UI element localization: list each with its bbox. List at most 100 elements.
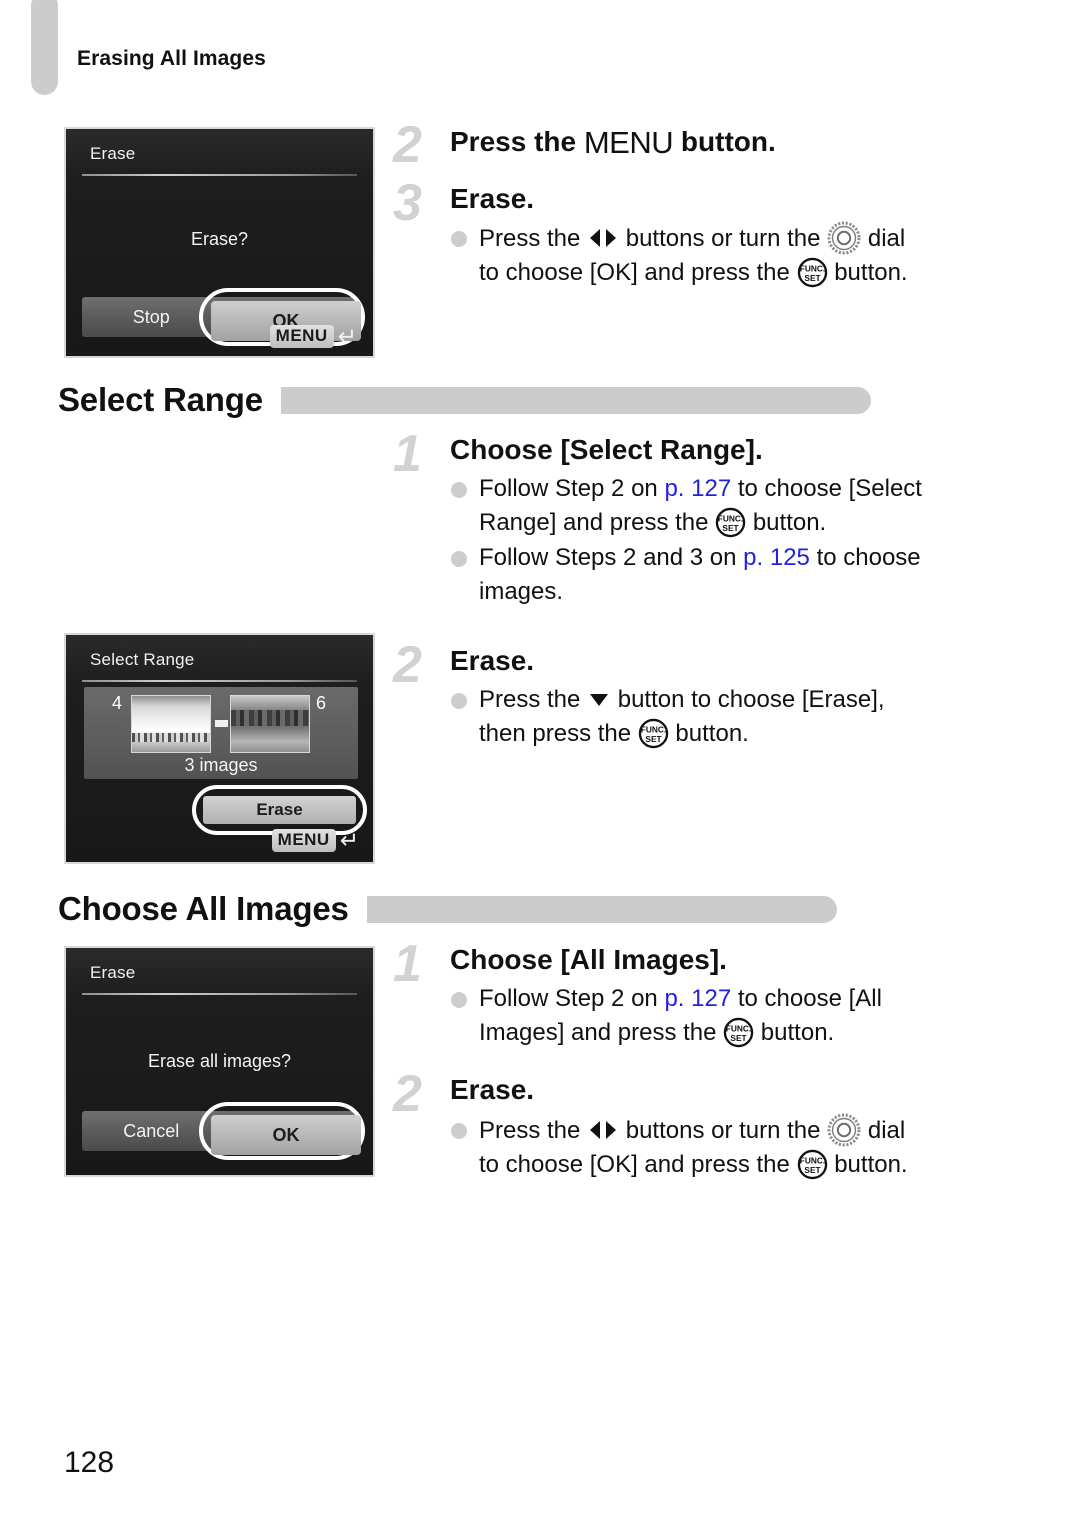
step-title-post: button.	[673, 126, 776, 157]
bullet-text-b: to choose	[809, 544, 921, 572]
menu-return-hint: MENU ↵	[271, 827, 359, 853]
bullet-text-a: Press the	[479, 224, 588, 252]
running-header: Erasing All Images	[77, 47, 266, 70]
bullet-dot-icon	[451, 230, 467, 247]
bullet-text-c: dial	[861, 1116, 906, 1144]
step-number: 3	[393, 173, 422, 232]
svg-text:SET: SET	[804, 273, 820, 283]
range-preview-panel: 4 6 3 images	[84, 687, 358, 779]
svg-text:SET: SET	[731, 1033, 747, 1043]
range-end-index: 6	[316, 693, 327, 713]
bullet-item: Follow Step 2 on p. 127 to choose [All Im…	[450, 982, 993, 1050]
riverside-photo	[231, 696, 309, 752]
bullet-text-d: to choose [OK] and press the	[479, 258, 797, 286]
bullet-item: Press the buttons or turn the dial to cho…	[450, 1113, 993, 1182]
page-ref-link[interactable]: p. 125	[743, 544, 810, 571]
thumbnail-end[interactable]	[230, 695, 310, 753]
step-number: 2	[393, 1065, 422, 1124]
bullet-text-e: button.	[827, 1150, 908, 1178]
left-right-buttons-icon	[590, 228, 617, 247]
ok-option-label: OK	[272, 1125, 300, 1145]
return-arrow-icon: ↵	[339, 827, 359, 853]
bullet-text-b: buttons or turn the	[619, 224, 828, 252]
func-set-button-icon: FUNC.SET	[638, 719, 668, 749]
bullet-text-c: Images] and press the	[479, 1019, 724, 1047]
screen-title: Erase	[90, 963, 136, 982]
instruction-block-erase-all: 2 Press the MENU button. 3 Erase. Press …	[393, 119, 993, 290]
bullet-dot-icon	[451, 693, 467, 710]
range-count-label: 3 images	[184, 755, 258, 775]
bullet-list: Press the buttons or turn the dial to cho…	[450, 221, 993, 290]
step-3: 3 Erase. Press the buttons or turn the d…	[393, 177, 993, 290]
return-arrow-icon: ↵	[337, 323, 357, 349]
bullet-list: Follow Step 2 on p. 127 to choose [All Im…	[450, 982, 993, 1050]
screen-prompt: Erase?	[190, 229, 249, 249]
instruction-block-select-range-erase: 2 Erase. Press the button to choose [Era…	[393, 639, 993, 751]
bullet-item: Press the buttons or turn the dial to cho…	[450, 221, 993, 290]
bullet-text-a: Press the	[479, 686, 588, 714]
ok-option[interactable]: OK	[211, 1115, 361, 1155]
bullet-text-c: dial	[861, 224, 906, 252]
section-heading-bar	[280, 386, 871, 414]
section-heading-select-range: Select Range	[58, 381, 978, 419]
svg-text:FUNC.: FUNC.	[799, 1155, 824, 1165]
ok-option-selection-ring: OK	[199, 1102, 365, 1160]
screen-title: Select Range	[90, 650, 195, 669]
instruction-block-select-range: 1 Choose [Select Range]. Follow Step 2 o…	[393, 428, 993, 640]
erase-button-label: Erase	[256, 800, 303, 819]
bullet-text-a: Follow Steps 2 and 3 on	[479, 544, 744, 572]
range-start-index: 4	[112, 693, 123, 713]
svg-text:SET: SET	[723, 523, 739, 533]
bullet-text-b: to choose [Select	[731, 475, 922, 503]
svg-text:SET: SET	[804, 1165, 820, 1175]
bullet-dot-icon	[451, 992, 467, 1009]
bullet-dot-icon	[451, 482, 467, 499]
screen-divider	[82, 993, 357, 995]
left-right-buttons-icon	[590, 1120, 617, 1139]
svg-text:FUNC.: FUNC.	[726, 1024, 751, 1034]
step-number: 1	[393, 935, 422, 993]
bullet-text-d: to choose [OK] and press the	[479, 1150, 797, 1178]
step-2: 2 Press the MENU button.	[393, 119, 993, 171]
step-number: 2	[393, 116, 422, 174]
screen-title: Erase	[90, 144, 136, 163]
bullet-text-e: button.	[827, 258, 908, 286]
page-number: 128	[64, 1446, 115, 1479]
step-number: 2	[393, 636, 422, 694]
erase-button[interactable]: Erase	[203, 796, 356, 824]
section-title: Choose All Images	[58, 890, 349, 927]
bullet-list: Press the button to choose [Erase], then …	[450, 683, 993, 751]
step-title: Press the MENU button.	[450, 125, 993, 161]
svg-text:FUNC.: FUNC.	[718, 514, 743, 524]
page-ref-link[interactable]: p. 127	[664, 985, 731, 1012]
svg-text:FUNC.: FUNC.	[799, 263, 824, 273]
section-title: Select Range	[58, 381, 263, 418]
bullet-text-a: Press the	[479, 1116, 588, 1144]
menu-button-icon: MENU	[583, 125, 674, 160]
step-title: Erase.	[450, 1074, 535, 1106]
bullet-text-c: images.	[479, 578, 564, 606]
step-title: Erase.	[450, 182, 535, 214]
step-title: Choose [All Images].	[450, 944, 727, 975]
menu-badge: MENU	[269, 325, 334, 348]
range-dash-separator	[215, 720, 228, 727]
func-set-button-icon: FUNC.SET	[797, 257, 827, 288]
func-set-button-icon: FUNC.SET	[715, 508, 746, 538]
bullet-item: Press the button to choose [Erase], then …	[450, 683, 993, 751]
bullet-text-b: to choose [All	[731, 985, 882, 1013]
svg-text:FUNC.: FUNC.	[641, 725, 666, 735]
func-set-button-icon: FUNC.SET	[723, 1018, 754, 1048]
step-2: 2 Erase. Press the button to choose [Era…	[393, 639, 993, 751]
bullet-text-a: Follow Step 2 on	[479, 985, 665, 1013]
bullet-text-b: button to choose [Erase],	[611, 686, 885, 714]
bullet-text-d: button.	[746, 509, 827, 537]
screen-prompt: Erase all images?	[147, 1051, 292, 1071]
bullet-item: Follow Steps 2 and 3 on p. 125 to choose…	[450, 541, 993, 609]
bullet-text-d: button.	[668, 720, 749, 748]
thumbnail-start[interactable]	[131, 695, 211, 753]
section-heading-bar	[366, 895, 837, 923]
camera-screen-erase-confirm: Erase Erase? Stop OK MENU ↵	[64, 127, 375, 358]
func-set-button-icon: FUNC.SET	[797, 1149, 827, 1179]
bullet-list: Press the buttons or turn the dial to cho…	[450, 1113, 993, 1182]
page-ref-link[interactable]: p. 127	[664, 475, 731, 502]
